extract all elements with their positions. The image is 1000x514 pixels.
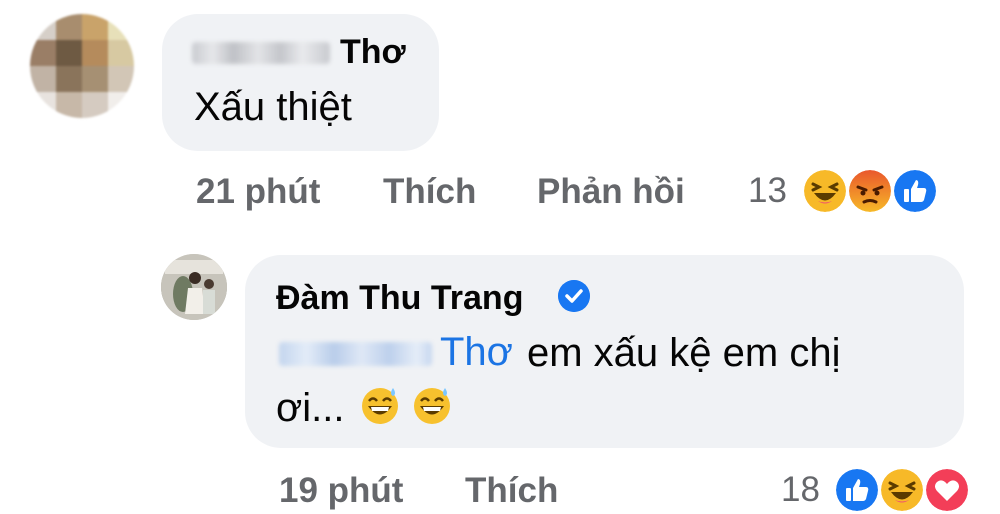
haha-emoji-icon[interactable]	[801, 167, 849, 215]
love-reaction-icon[interactable]	[923, 466, 971, 514]
comment-timestamp[interactable]: 21 phút	[196, 172, 320, 212]
reaction-count[interactable]: 13	[748, 171, 787, 211]
reply-timestamp[interactable]: 19 phút	[279, 471, 403, 511]
like-reaction-icon[interactable]	[891, 167, 939, 215]
blurred-mention-name	[279, 342, 432, 366]
angry-emoji-icon[interactable]	[846, 167, 894, 215]
verified-badge-icon	[558, 280, 590, 312]
haha-emoji-icon[interactable]	[878, 466, 926, 514]
like-button[interactable]: Thích	[383, 172, 476, 212]
grinning-sweat-emoji	[362, 388, 398, 424]
reply-button[interactable]: Phản hồi	[537, 172, 685, 212]
reply-author-name[interactable]: Đàm Thu Trang	[276, 279, 523, 318]
reply-text-line-2: ơi...	[276, 386, 345, 430]
mention-link[interactable]: Thơ	[440, 330, 513, 375]
blurred-author-name	[192, 42, 330, 64]
reply-author-avatar[interactable]	[161, 254, 227, 320]
reply-reaction-count[interactable]: 18	[781, 470, 820, 510]
reply-like-button[interactable]: Thích	[465, 471, 558, 511]
comment-author-name[interactable]: Thơ	[340, 33, 406, 72]
like-reaction-icon[interactable]	[833, 466, 881, 514]
commenter-avatar[interactable]	[30, 14, 134, 118]
comment-text: Xấu thiệt	[194, 85, 352, 129]
grinning-sweat-emoji	[414, 388, 450, 424]
reply-text-line-1: em xấu kệ em chị	[527, 331, 841, 375]
